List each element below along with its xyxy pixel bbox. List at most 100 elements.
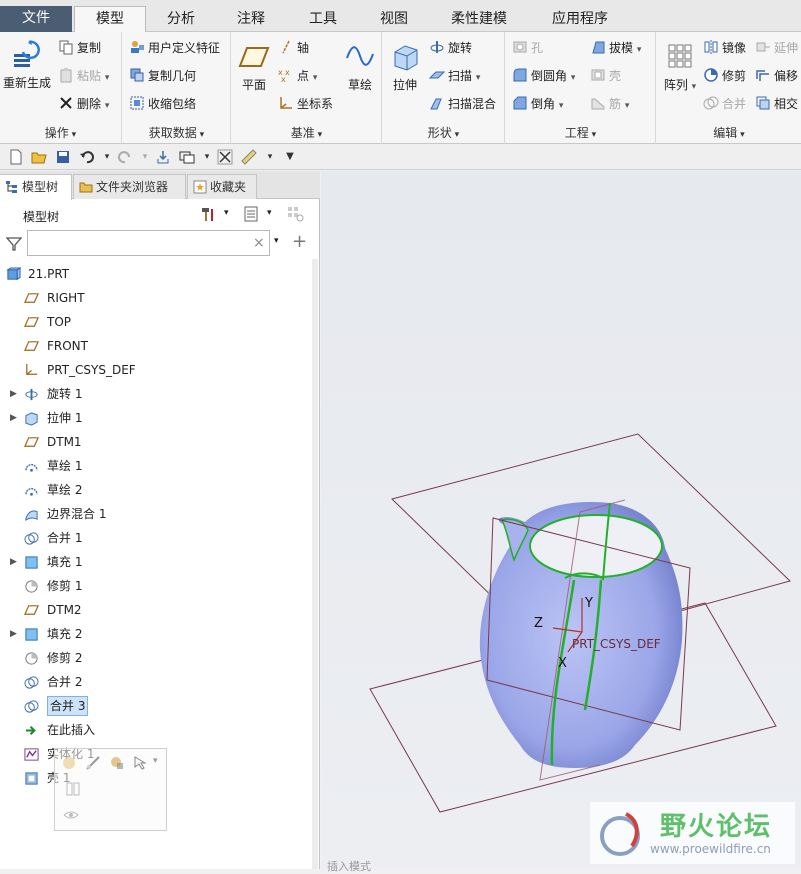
redo-dropdown-icon[interactable]: ▾ [137,149,153,165]
expand-arrow-icon[interactable]: ▶ [10,382,17,406]
expand-arrow-icon[interactable]: ▶ [10,622,17,646]
select-parent-icon[interactable] [133,755,149,771]
draft-button[interactable]: 拔模 [590,38,641,58]
tree-item[interactable]: DTM2 [0,598,312,622]
copy-button[interactable]: 复制 [58,38,101,58]
group-label-datum[interactable]: 基准 [232,124,381,141]
tab-view[interactable]: 视图 [360,7,428,32]
tab-model-tree[interactable]: 模型树 [0,174,72,200]
tree-item[interactable]: ▶ 拉伸 1 [0,406,312,430]
tree-item[interactable]: 草绘 2 [0,478,312,502]
panel-scrollbar[interactable] [312,259,318,869]
settings-list-icon[interactable] [243,206,259,222]
tab-favorites[interactable]: 收藏夹 [187,174,257,199]
show-hide-columns-icon[interactable] [287,206,305,222]
datum-plane-button[interactable]: 平面 [236,40,272,93]
tree-item[interactable]: 合并 3 [0,694,312,718]
settings-dropdown-icon[interactable]: ▾ [267,208,272,218]
shrinkwrap-button[interactable]: 收缩包络 [129,94,196,114]
tree-item[interactable]: 修剪 1 [0,574,312,598]
datum-csys-button[interactable]: 坐标系 [278,94,333,114]
trim-button[interactable]: 修剪 [703,66,746,86]
add-filter-plus-icon[interactable]: + [292,231,307,252]
mirror-button[interactable]: 镜像 [703,38,746,58]
paste-button[interactable]: 粘贴 [58,66,109,86]
tab-file[interactable]: 文件 [0,6,72,32]
sketch-button[interactable]: 草绘 [342,40,378,93]
tree-item[interactable]: ▶ 填充 1 [0,550,312,574]
tree-item[interactable]: PRT_CSYS_DEF [0,358,312,382]
tab-flexible-modeling[interactable]: 柔性建模 [430,7,528,32]
tree-item[interactable]: 草绘 1 [0,454,312,478]
tree-item[interactable]: FRONT [0,334,312,358]
extend-button[interactable]: 延伸 [755,38,798,58]
close-window-icon[interactable] [217,149,233,165]
pattern-button[interactable]: 阵列 [661,40,699,93]
open-folder-icon[interactable] [31,149,47,165]
tab-analysis[interactable]: 分析 [147,7,215,32]
tree-item[interactable]: DTM1 [0,430,312,454]
swept-blend-button[interactable]: 扫描混合 [429,94,496,114]
shell-button[interactable]: 壳 [590,66,621,86]
measure-dropdown-icon[interactable]: ▾ [262,149,278,165]
rib-button[interactable]: 筋 [590,94,629,114]
udf-button[interactable]: 用户定义特征 [129,38,220,58]
regenerate-button[interactable]: 重新生成 [2,38,52,91]
tab-tools[interactable]: 工具 [287,7,359,32]
tab-model[interactable]: 模型 [74,6,146,33]
hole-button[interactable]: 孔 [512,38,543,58]
filter-funnel-icon[interactable] [6,236,22,252]
visibility-eye-icon[interactable] [63,807,79,823]
undo-icon[interactable] [79,149,95,165]
regenerate-small-icon[interactable] [155,149,171,165]
tree-item[interactable]: 合并 2 [0,670,312,694]
datum-point-button[interactable]: xxx点 [278,66,317,86]
windows-icon[interactable] [179,149,195,165]
more-actions-dropdown-icon[interactable]: ▾ [153,756,158,766]
hide-icon[interactable] [65,781,81,797]
datum-axis-button[interactable]: 轴 [278,38,309,58]
round-button[interactable]: 倒圆角 [512,66,575,86]
tree-item[interactable]: TOP [0,310,312,334]
revolve-button[interactable]: 旋转 [429,38,472,58]
tree-item[interactable]: RIGHT [0,286,312,310]
tab-annotate[interactable]: 注释 [216,7,286,32]
expand-arrow-icon[interactable]: ▶ [10,406,17,430]
intersect-button[interactable]: 相交 [755,94,798,114]
customize-toolbar-icon[interactable]: ▼ [282,149,298,165]
tree-search-input[interactable] [27,230,270,256]
new-file-icon[interactable] [8,149,24,165]
search-dropdown-icon[interactable]: ▾ [274,236,279,246]
save-icon[interactable] [55,149,71,165]
merge-button[interactable]: 合并 [703,94,746,114]
tree-item[interactable]: 边界混合 1 [0,502,312,526]
vase-opening-edge[interactable] [529,514,663,578]
suppress-icon[interactable] [109,755,125,771]
tree-item[interactable]: ▶ 填充 2 [0,622,312,646]
graphics-viewport[interactable]: Y Z X PRT_CSYS_DEF 插入模式 [321,171,801,873]
extrude-button[interactable]: 拉伸 [387,40,423,93]
group-label-get-data[interactable]: 获取数据 [123,124,230,141]
copy-geometry-button[interactable]: 复制几何 [129,66,196,86]
group-label-shapes[interactable]: 形状 [383,124,504,141]
measure-ruler-icon[interactable] [241,149,257,165]
undo-dropdown-icon[interactable]: ▾ [99,149,115,165]
group-label-editing[interactable]: 编辑 [657,124,801,141]
edit-definition-icon[interactable] [61,755,77,771]
sweep-button[interactable]: 扫描 [429,66,480,86]
chamfer-button[interactable]: 倒角 [512,94,563,114]
tree-item[interactable]: ▶ 旋转 1 [0,382,312,406]
delete-button[interactable]: 删除 [58,94,109,114]
redo-icon[interactable] [117,149,133,165]
tree-item[interactable]: 修剪 2 [0,646,312,670]
tree-item[interactable]: 21.PRT [0,262,312,286]
group-label-operations[interactable]: 操作 [0,124,121,141]
offset-button[interactable]: 偏移 [755,66,798,86]
tab-folder-browser[interactable]: 文件夹浏览器 [73,174,186,199]
group-label-engineering[interactable]: 工程 [506,124,655,141]
tools-dropdown-icon[interactable]: ▾ [224,208,229,218]
clear-search-icon[interactable]: × [253,235,265,251]
tree-item[interactable]: 在此插入 [0,718,312,742]
windows-dropdown-icon[interactable]: ▾ [199,149,215,165]
tools-hammer-icon[interactable] [200,206,216,222]
